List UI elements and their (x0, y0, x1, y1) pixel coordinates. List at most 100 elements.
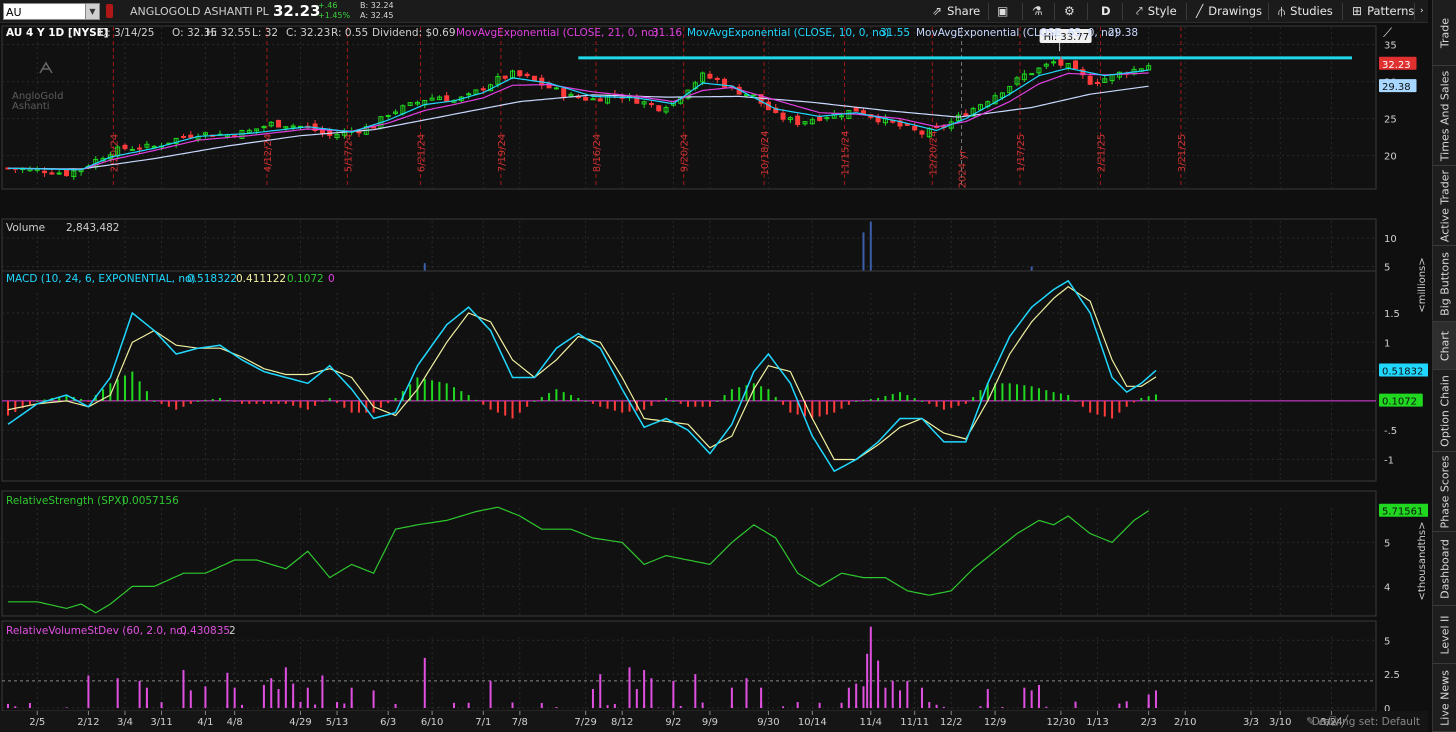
rvol-bar (855, 683, 858, 708)
snapshot-button[interactable]: ▣ (993, 0, 1013, 23)
period-marker-label: 6/21/24 (416, 134, 427, 173)
pane-frame (1, 490, 1377, 617)
more-button[interactable]: › (1416, 0, 1424, 23)
macd-hist-bar (474, 399, 477, 401)
tab-phase-scores[interactable]: Phase Scores (1433, 452, 1456, 532)
rvol-bar (394, 703, 397, 708)
relative-strength-value: 0.0057156 (122, 495, 179, 507)
macd-hist-bar (738, 387, 741, 401)
rvol-threshold-value: 2 (229, 625, 236, 637)
tab-option-chain[interactable]: Option Chain (1433, 370, 1456, 452)
drawings-button[interactable]: ╱ Drawings (1192, 0, 1262, 23)
macd-hist-bar (613, 400, 616, 411)
macd-hist-bar (533, 400, 536, 402)
drawings-label: Drawings (1208, 4, 1263, 18)
rvol-bar (7, 703, 9, 708)
macd-hist-bar (36, 400, 39, 402)
chart-tool-icon[interactable]: ⟋ (1383, 26, 1393, 41)
macd-hist-bar (577, 397, 580, 401)
rvol-bar (1030, 707, 1033, 708)
macd-hist-bar (818, 400, 821, 417)
rvol-bar (299, 701, 302, 708)
macd-hist-bar (197, 400, 200, 402)
tab-label: Option Chain (1438, 374, 1452, 447)
candle (151, 145, 157, 148)
price-pane[interactable]: 202530352/20/244/12/245/17/246/21/247/19… (1, 25, 1417, 190)
symbol-input[interactable] (6, 5, 84, 19)
macd-hist-bar (1111, 400, 1114, 419)
rvol-bar (226, 704, 229, 708)
macd-hist-bar (833, 400, 836, 413)
flag-icon[interactable] (106, 4, 113, 18)
x-tick-label: 1/13 (1086, 717, 1108, 728)
svg-text:Ashanti: Ashanti (12, 101, 50, 112)
share-button[interactable]: ⇗ Share (928, 0, 980, 23)
macd-hist-bar (767, 389, 770, 401)
rvol-bar (877, 701, 880, 708)
macd-hist-bar (240, 400, 243, 404)
macd-hist-bar (1016, 384, 1019, 401)
candle (656, 105, 662, 112)
tab-times-and-sales[interactable]: Times And Sales (1433, 66, 1456, 166)
macd-hist-bar (928, 400, 931, 404)
macd-hist-bar (116, 379, 119, 401)
y-tick-label: 5 (1384, 636, 1390, 647)
pencil-tool-icon[interactable]: ✎ ⌂ ⎘ ╱ (1306, 714, 1349, 728)
macd-hist-bar (584, 400, 587, 402)
chart-area[interactable]: 202530352/20/244/12/245/17/246/21/247/19… (0, 23, 1428, 732)
macd-hist-bar (1133, 400, 1136, 403)
candle (276, 119, 282, 128)
rvol-bar (1023, 707, 1026, 708)
period-button[interactable]: D (1097, 0, 1111, 23)
tab-chart[interactable]: Chart (1433, 322, 1456, 370)
tab-trade[interactable]: Trade (1433, 0, 1456, 66)
rvol-bar (292, 701, 295, 708)
macd-hist-bar (1154, 394, 1157, 401)
rvol-bar (884, 687, 887, 708)
rvol-bar (1147, 703, 1150, 708)
macd-hist-bar (621, 400, 624, 413)
period-marker-label: 3/21/25 (1177, 134, 1188, 173)
macd-hist-bar (591, 400, 594, 404)
macd-hist-bar (233, 400, 236, 402)
macd-hist-bar (1089, 400, 1092, 413)
macd-hist-bar (1140, 397, 1143, 401)
tab-dashboard[interactable]: Dashboard (1433, 532, 1456, 606)
tab-active-trader[interactable]: Active Trader (1433, 166, 1456, 246)
macd-hist-bar (357, 400, 360, 413)
candle (63, 169, 69, 177)
style-button[interactable]: ⤤ Style (1132, 0, 1177, 23)
macd-hist-bar (891, 394, 894, 401)
patterns-label: Patterns (1367, 4, 1415, 18)
symbol-selector[interactable]: ▼ (3, 3, 100, 20)
macd-pane[interactable]: -1-.50.511.50.518320.1072 (1, 270, 1428, 482)
macd-hist-bar (489, 400, 492, 410)
tab-level-ii[interactable]: Level II (1433, 606, 1456, 664)
candle (444, 95, 450, 102)
rvol-bar (855, 705, 858, 708)
period-marker-label: 10/18/24 (760, 131, 771, 176)
chevron-down-icon[interactable]: ▼ (85, 4, 99, 19)
studies-button[interactable]: ⫛ Studies (1274, 0, 1333, 23)
macd-hist-bar (80, 398, 83, 401)
last-price: 32.23 (273, 2, 321, 20)
relative-strength-pane[interactable]: 4 5 5.71561 (1, 490, 1428, 617)
x-tick-label: 3/3 (1243, 717, 1259, 728)
candle (780, 112, 786, 120)
macd-hist-bar (504, 400, 507, 416)
tab-label: Dashboard (1438, 538, 1452, 599)
tab-label: Live News (1438, 669, 1452, 726)
macd-hist-bar (920, 400, 923, 402)
macd-hist-bar (1081, 400, 1084, 407)
tab-big-buttons[interactable]: Big Buttons (1433, 246, 1456, 322)
y-tick-label: 10 (1384, 234, 1397, 245)
macd-hist-bar (1052, 392, 1055, 401)
rvol-bar (643, 670, 646, 708)
flask-button[interactable]: ⚗ (1028, 0, 1048, 23)
macd-hist-bar (701, 400, 704, 407)
tab-live-news[interactable]: Live News (1433, 664, 1456, 732)
patterns-button[interactable]: ⊞ Patterns (1348, 0, 1414, 23)
settings-button[interactable]: ⚙ (1060, 0, 1080, 23)
rvol-bar (343, 703, 346, 708)
macd-hist-bar (248, 400, 251, 404)
